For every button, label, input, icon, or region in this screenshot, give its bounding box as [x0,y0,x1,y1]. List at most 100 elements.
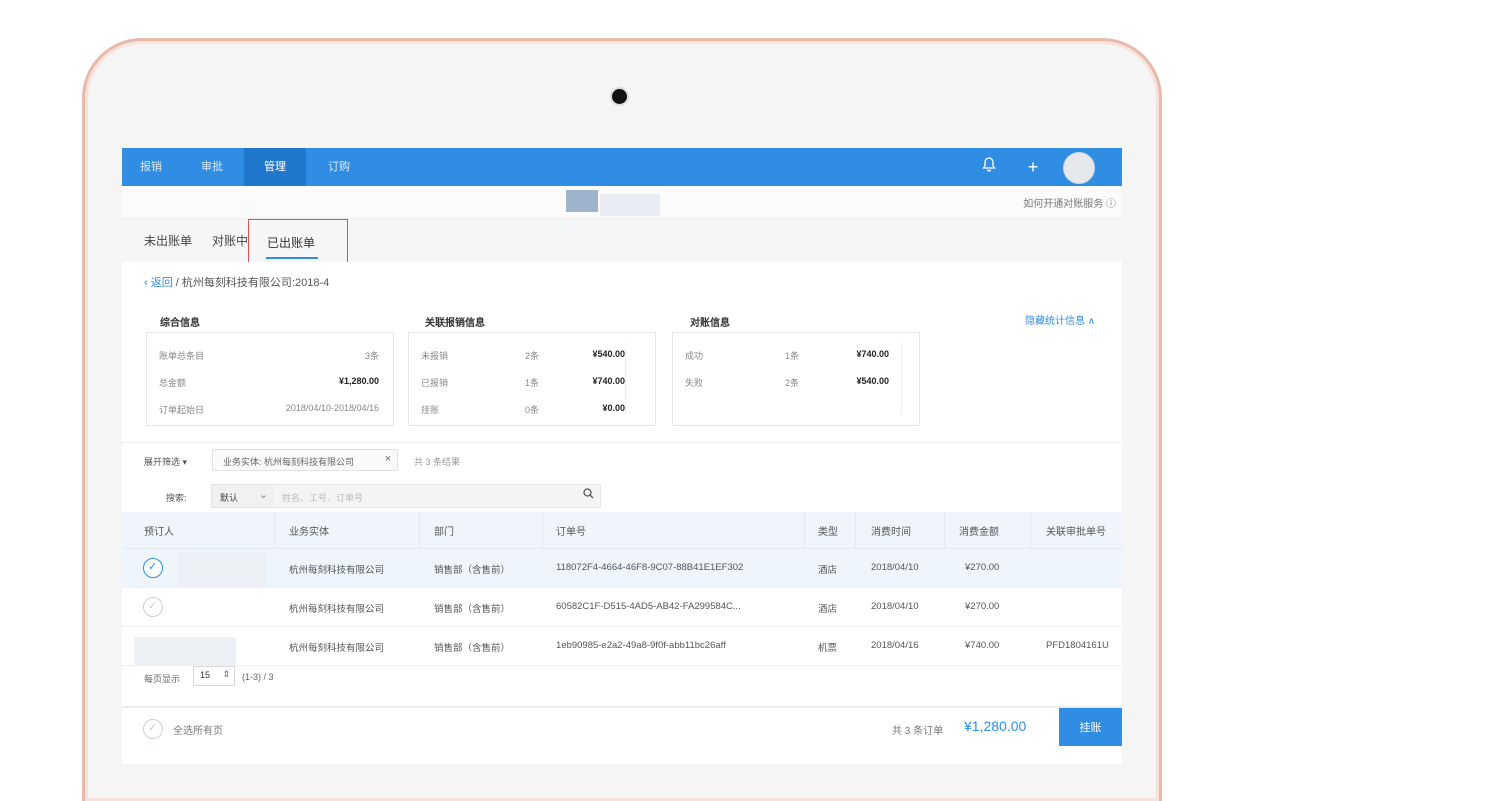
related-count: 0条 [525,405,540,415]
per-page-value: 15 [200,670,211,680]
col-type[interactable]: 类型 [818,523,838,538]
related-amount: ¥740.00 [592,376,625,386]
reconcile-label: 成功 [685,351,704,361]
search-placeholder: 姓名、工号、订单号 [282,493,364,503]
cell-amount: ¥270.00 [965,562,1000,573]
breadcrumb-path: 杭州每刻科技有限公司:2018-4 [181,277,330,289]
per-page-select[interactable]: 15 ⇕ [193,666,235,686]
summary-title: 综合信息 [160,318,200,329]
help-link[interactable]: 如何开通对账服务 ⓘ [1023,195,1116,210]
search-field-select[interactable]: 默认 ⌄ [211,484,275,508]
related-count: 2条 [525,351,540,361]
nav-tab-approve[interactable]: 审批 [182,148,242,186]
avatar[interactable] [1063,152,1095,184]
reconcile-label: 失败 [685,378,704,388]
table-row[interactable]: ✓ 杭州每刻科技有限公司 销售部（含售前） 118072F4-4664-46F8… [122,549,1122,599]
charge-button[interactable]: 挂账 [1059,708,1122,748]
check-icon: ✓ [148,600,158,612]
related-card: 未报销 2条 ¥540.00 已报销 1条 ¥740.00 挂账 0条 ¥0.0… [408,332,656,426]
search-select-value: 默认 [220,493,239,503]
select-all-label[interactable]: 全选所有页 [173,722,223,737]
cell-entity: 杭州每刻科技有限公司 [289,643,385,654]
plus-icon[interactable]: + [1023,157,1043,177]
search-icon[interactable] [583,488,594,502]
cell-dept: 销售部（含售前） [434,643,511,654]
col-approval-no[interactable]: 关联审批单号 [1046,523,1106,538]
cell-type: 酒店 [818,604,838,615]
reconcile-amount: ¥540.00 [856,376,889,386]
bottom-strip [122,746,1122,764]
summary-label: 账单总条目 [159,351,205,361]
summary-value: 2018/04/10-2018/04/16 [285,403,379,413]
reconcile-count: 2条 [785,378,800,388]
cell-dept: 销售部（含售前） [434,604,511,615]
footer-bar: ✓ 全选所有页 共 3 条订单 ¥1,280.00 挂账 [122,706,1122,748]
col-order-no[interactable]: 订单号 [556,523,586,538]
col-date[interactable]: 消费时间 [871,523,911,538]
page-range: (1-3) / 3 [242,672,274,682]
hide-stats-toggle[interactable]: 隐藏统计信息 ∧ [1025,312,1095,327]
related-amount: ¥0.00 [602,403,625,413]
company-name-placeholder [600,194,660,216]
col-dept[interactable]: 部门 [434,523,454,538]
nav-tab-reimburse[interactable]: 报销 [122,148,180,186]
cell-approval-no: PFD1804161U [1046,640,1109,651]
check-icon: ✓ [148,561,158,573]
summary-label: 订单起始日 [159,405,205,415]
cell-type: 酒店 [818,565,838,576]
related-label: 已报销 [421,378,449,388]
row-checkbox[interactable]: ✓ [143,558,163,578]
cell-order-no: 1eb90985-e2a2-49a8-9f0f-abb11bc26aff [556,640,726,651]
filter-chip: 业务实体: 杭州每刻科技有限公司 × [212,449,398,471]
cell-entity: 杭州每刻科技有限公司 [289,565,385,576]
active-tab-underline [266,257,318,259]
tab-unbilled[interactable]: 未出账单 [144,232,192,249]
cell-order-no: 60582C1F-D515-4AD5-AB42-FA299584C... [556,601,741,612]
table-row[interactable]: 杭州每刻科技有限公司 销售部（含售前） 1eb90985-e2a2-49a8-9… [122,627,1122,666]
reconcile-count: 1条 [785,351,800,361]
col-booker[interactable]: 预订人 [144,523,174,538]
tab-billed: 已出账单 [267,236,316,250]
row-checkbox[interactable]: ✓ [143,597,163,617]
table-header: 预订人 业务实体 部门 订单号 类型 消费时间 消费金额 关联审批单号 [122,512,1122,549]
front-camera [612,89,627,104]
table-row[interactable]: ✓ 杭州每刻科技有限公司 销售部（含售前） 60582C1F-D515-4AD5… [122,588,1122,627]
back-link[interactable]: ‹ 返回 [144,277,173,289]
close-icon[interactable]: × [385,453,391,465]
cell-amount: ¥270.00 [965,601,1000,612]
tab-reconciling[interactable]: 对账中 [212,232,248,249]
col-entity[interactable]: 业务实体 [289,523,329,538]
bell-icon[interactable] [979,157,999,179]
tab-billed-highlight[interactable]: 已出账单 [248,219,348,266]
search-label: 搜索: [166,493,187,503]
cell-amount: ¥740.00 [965,640,1000,651]
booker-name-blurred [134,637,236,665]
breadcrumb: ‹ 返回 / 杭州每刻科技有限公司:2018-4 [144,277,330,289]
app-screen: 报销 审批 管理 订购 + 如何开通对账服务 ⓘ 未出账单 对账中 已出账单 ‹… [122,148,1122,764]
select-all-checkbox[interactable]: ✓ [143,719,163,739]
col-amount[interactable]: 消费金额 [959,523,999,538]
chevron-down-icon: ⌄ [258,489,268,501]
result-count: 共 3 条结果 [414,457,461,467]
cell-date: 2018/04/16 [871,640,919,651]
cell-date: 2018/04/10 [871,562,919,573]
nav-tab-order[interactable]: 订购 [308,148,370,186]
header-strip: 如何开通对账服务 ⓘ [122,186,1122,219]
nav-tab-manage[interactable]: 管理 [244,148,306,186]
order-count: 共 3 条订单 [892,726,944,737]
related-count: 1条 [525,378,540,388]
card-divider [625,343,626,415]
related-title: 关联报销信息 [425,318,485,329]
related-amount: ¥540.00 [592,349,625,359]
search-input[interactable]: 姓名、工号、订单号 [274,484,601,508]
summary-value: 3条 [364,351,379,361]
company-logo [566,190,598,212]
expand-filter-button[interactable]: 展开筛选 ▾ [144,455,187,468]
reconcile-card: 成功 1条 ¥740.00 失败 2条 ¥540.00 [672,332,920,426]
cell-order-no: 118072F4-4664-46F8-9C07-88B41E1EF302 [556,562,744,573]
bill-detail-panel: ‹ 返回 / 杭州每刻科技有限公司:2018-4 综合信息 账单总条目 3条 总… [122,262,1122,706]
summary-value: ¥1,280.00 [338,376,379,386]
reconcile-amount: ¥740.00 [856,349,889,359]
cell-dept: 销售部（含售前） [434,565,511,576]
per-page-label: 每页显示 [144,674,181,684]
